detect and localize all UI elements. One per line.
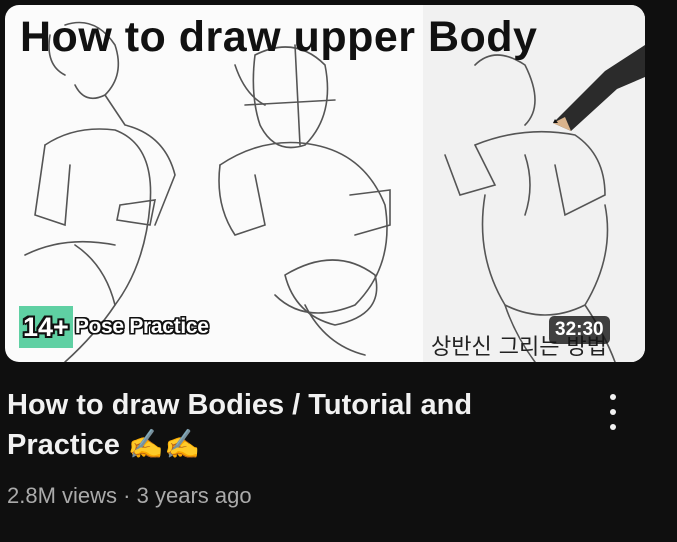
duration-badge: 32:30: [549, 316, 610, 344]
meta-separator: ·: [123, 483, 131, 508]
menu-dot: [610, 424, 616, 430]
view-count: 2.8M views: [7, 483, 118, 508]
thumbnail-title: How to draw upper Body: [20, 13, 538, 61]
more-vertical-icon[interactable]: [598, 392, 628, 432]
pose-badge: 14+ Pose Practice: [19, 306, 209, 348]
badge-number: 14+: [19, 306, 73, 348]
video-title[interactable]: How to draw Bodies / Tutorial and Practi…: [7, 385, 567, 465]
video-metadata: 2.8M views · 3 years ago: [7, 483, 252, 509]
menu-dot: [610, 394, 616, 400]
video-thumbnail[interactable]: How to draw upper Body 14+ Pose Practice…: [5, 5, 645, 362]
menu-dot: [610, 409, 616, 415]
badge-text: Pose Practice: [74, 315, 209, 338]
upload-age: 3 years ago: [136, 483, 252, 508]
